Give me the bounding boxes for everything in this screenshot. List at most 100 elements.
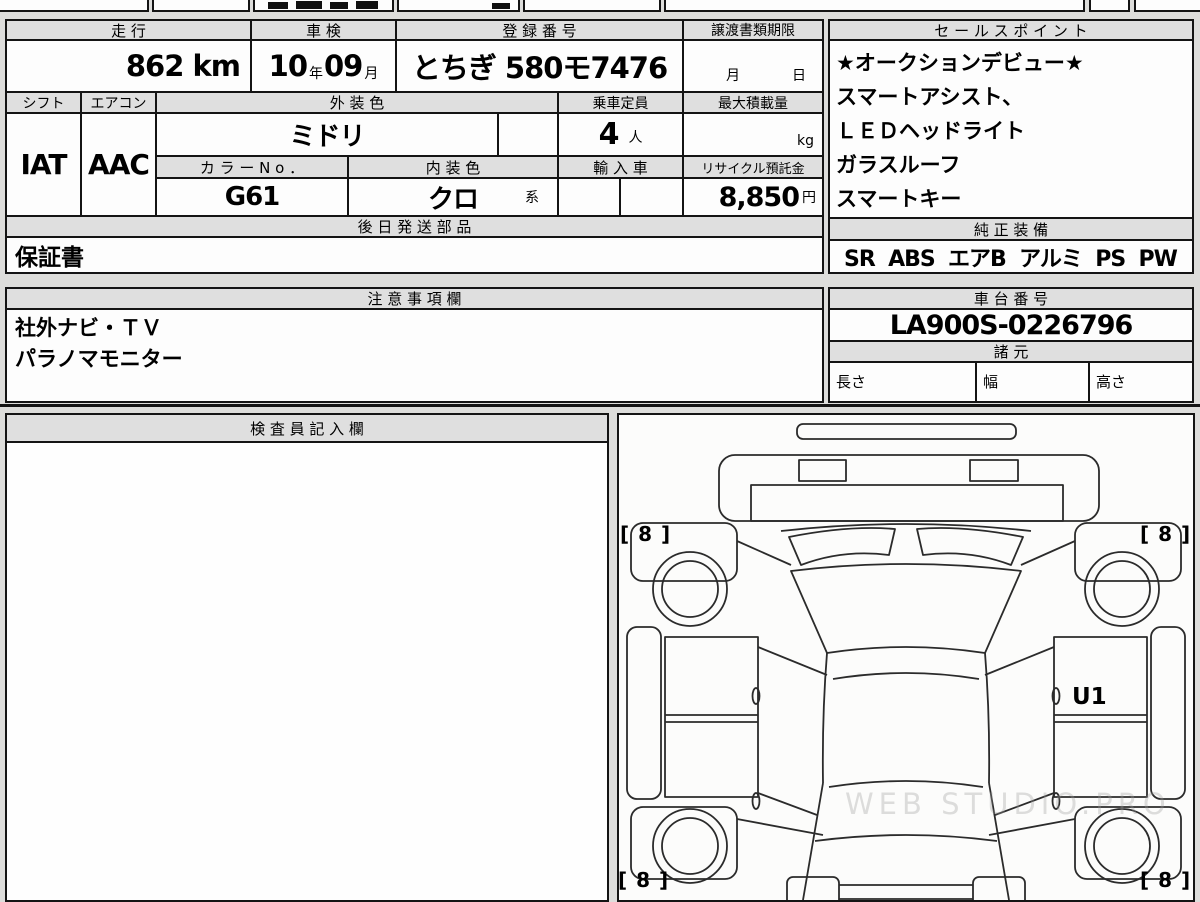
transfer-month-unit: 月 [726, 68, 740, 84]
exterior-color-header: 外 装 色 [155, 91, 559, 114]
cowl-line [780, 523, 1032, 532]
equipment-value-cell: SR ABS エアB アルミ PS PW [828, 239, 1194, 274]
clipped-cell [0, 0, 149, 12]
rear-window-arc [814, 834, 998, 842]
front-bumper [718, 454, 1100, 522]
sales-point-item: ★オークションデビュー★ [836, 51, 1084, 75]
registration-value: とちぎ 580モ7476 [411, 51, 668, 85]
wheel-front-right [1084, 551, 1160, 627]
sales-points-body: ★オークションデビュー★ スマートアシスト、 ＬＥＤヘッドライト ガラスルーフ … [828, 39, 1194, 219]
sales-points-header: セ ー ル ス ポ イ ン ト [828, 19, 1194, 41]
import-value-cell-2 [619, 177, 684, 217]
door-handle-left-rear [751, 792, 761, 810]
shaken-year: 10 [268, 49, 308, 83]
rocker-left [626, 626, 662, 800]
front-connectors [736, 540, 1076, 566]
shaken-label: 車 検 [306, 21, 341, 40]
tire-mark-rear-left: [ 8 ] [618, 868, 670, 892]
rear-connectors [736, 818, 1076, 836]
max-load-label: 最大積載量 [718, 95, 788, 112]
color-no-value-cell: G61 [155, 177, 349, 217]
sales-point-item: スマートキー [836, 187, 962, 211]
clipped-cell [152, 0, 250, 12]
spec-width-label: 幅 [983, 373, 999, 391]
inspector-box: 検 査 員 記 入 欄 [5, 413, 609, 902]
mileage-header: 走 行 [5, 19, 252, 41]
roof-edge-left [821, 652, 828, 784]
doors-right [1053, 636, 1148, 798]
shift-value-cell: IAT [5, 112, 82, 217]
doors-left [664, 636, 759, 798]
front-light-left [798, 459, 847, 482]
tire-mark-front-right: [ 8 ] [1140, 522, 1192, 546]
roof-front-arc [832, 672, 980, 680]
shaken-year-unit: 年 [309, 66, 323, 82]
max-load-unit: kg [797, 133, 814, 149]
recycle-value-cell: 8,850 円 [682, 177, 824, 217]
specs-header: 諸 元 [828, 340, 1194, 363]
equipment-value: SR ABS エアB アルミ PS PW [844, 246, 1178, 272]
sales-points-label: セ ー ル ス ポ イ ン ト [934, 21, 1088, 40]
clipped-text-fragment [330, 2, 348, 9]
shaken-month-unit: 月 [364, 66, 379, 82]
import-value-cell-1 [557, 177, 621, 217]
rear-window-left [802, 782, 824, 900]
clipped-cell [1089, 0, 1130, 12]
mileage-label: 走 行 [111, 21, 146, 40]
tire-mark-front-left: [ 8 ] [620, 522, 672, 546]
exterior-color-sub-cell [497, 112, 559, 157]
equipment-label: 純 正 装 備 [973, 220, 1049, 239]
front-grille [750, 484, 1064, 522]
mileage-value: 862 km [125, 49, 241, 83]
wheel-front-right-inner [1093, 560, 1151, 618]
aircon-header: エアコン [80, 91, 157, 114]
transfer-day-unit: 日 [792, 68, 806, 84]
interior-color-header: 内 装 色 [347, 155, 559, 179]
later-parts-label: 後 日 発 送 部 品 [357, 218, 472, 236]
damage-mark-u1: U1 [1072, 684, 1107, 710]
chassis-label: 車 台 番 号 [973, 290, 1049, 308]
capacity-header: 乗車定員 [557, 91, 684, 114]
exterior-color-value: ミドリ [289, 122, 365, 152]
transfer-docs-value-cell: 月 日 [682, 39, 824, 93]
watermark: WEB STUDIO.PRO [845, 787, 1171, 821]
equipment-header: 純 正 装 備 [828, 217, 1194, 241]
tire-mark-rear-right: [ 8 ] [1140, 868, 1192, 892]
spec-width-cell: 幅 [975, 361, 1090, 403]
sales-point-item: ＬＥＤヘッドライト [836, 119, 1025, 143]
auction-sheet: { "page": { "watermark": "WEB STUDIO.PRO… [0, 0, 1200, 902]
door-top-connectors [757, 646, 1055, 676]
spec-height-label: 高さ [1096, 373, 1127, 391]
clipped-cell [1134, 0, 1200, 12]
specs-label: 諸 元 [993, 343, 1029, 361]
hood [790, 563, 1022, 654]
notes-header: 注 意 事 項 欄 [5, 287, 824, 310]
transfer-docs-header: 譲渡書類期限 [682, 19, 824, 41]
chassis-value: LA900S-0226796 [889, 309, 1134, 341]
capacity-value-cell: 4 人 [557, 112, 684, 157]
chassis-header: 車 台 番 号 [828, 287, 1194, 310]
spec-height-cell: 高さ [1088, 361, 1194, 403]
color-no-value: G61 [224, 182, 281, 212]
aircon-value-cell: AAC [80, 112, 157, 217]
aircon-value: AAC [88, 148, 150, 181]
clipped-cell [523, 0, 661, 12]
interior-color-value-cell: クロ 系 [347, 177, 559, 217]
wheel-rear-right-inner [1093, 817, 1151, 875]
transfer-docs-label: 譲渡書類期限 [711, 23, 795, 39]
shift-label: シフト [22, 95, 65, 112]
aircon-label: エアコン [90, 95, 147, 112]
windshield-left [788, 527, 896, 566]
car-diagram-box: WEB STUDIO.PRO [617, 413, 1195, 902]
color-no-header: カ ラ ー N o ． [155, 155, 349, 179]
import-header: 輸 入 車 [557, 155, 684, 179]
wheel-front-left [652, 551, 728, 627]
registration-value-cell: とちぎ 580モ7476 [395, 39, 684, 93]
shaken-value-cell: 10 年 09 月 [250, 39, 397, 93]
door-divider-right [1054, 714, 1147, 723]
later-parts-header: 後 日 発 送 部 品 [5, 215, 824, 238]
notes-line: パラノマモニター [15, 347, 183, 371]
notes-label: 注 意 事 項 欄 [367, 290, 462, 308]
interior-color-label: 内 装 色 [425, 158, 481, 177]
capacity-unit: 人 [628, 130, 643, 146]
